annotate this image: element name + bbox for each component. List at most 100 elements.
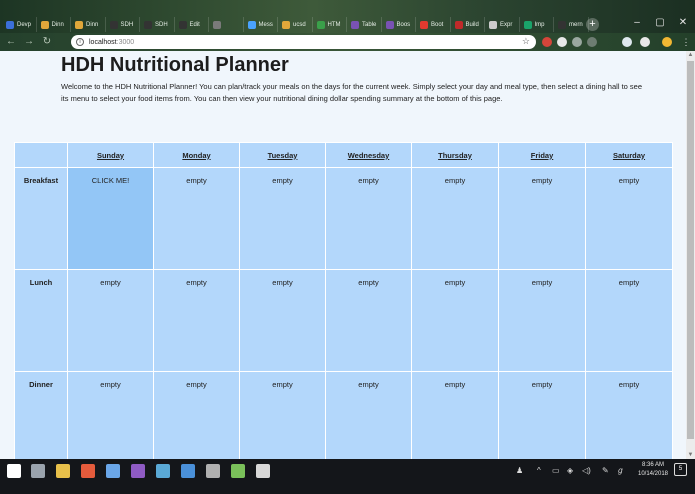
browser-tab[interactable]: Devp (3, 17, 37, 32)
profile-avatar[interactable] (662, 37, 672, 47)
minimize-button[interactable]: – (626, 15, 648, 31)
meal-slot-dinner-sunday[interactable]: empty (67, 371, 154, 459)
browser-tab[interactable]: Boot (417, 17, 451, 32)
extension-icon[interactable] (587, 37, 597, 47)
meal-slot-lunch-saturday[interactable]: empty (585, 269, 673, 372)
browser-tab[interactable]: Build (452, 17, 485, 32)
meal-slot-dinner-saturday[interactable]: empty (585, 371, 673, 459)
day-header-saturday: Saturday (585, 142, 673, 168)
maximize-button[interactable]: ▢ (649, 15, 671, 31)
meal-slot-breakfast-wednesday[interactable]: empty (325, 167, 412, 270)
browser-tab[interactable]: Table (348, 17, 382, 32)
browser-tab[interactable]: SDH (107, 17, 140, 32)
browser-tab[interactable]: Expr (486, 17, 520, 32)
windows-start-icon[interactable] (7, 464, 21, 478)
meal-slot-dinner-tuesday[interactable]: empty (239, 371, 326, 459)
extension-icon[interactable] (572, 37, 582, 47)
meal-slot-breakfast-sunday[interactable]: CLICK ME! (67, 167, 154, 270)
tab-favicon-icon (351, 20, 359, 29)
address-bar[interactable]: i localhost :3000 ☆ (71, 35, 536, 49)
language-icon[interactable]: 𝑔 (618, 466, 622, 476)
scrollbar-thumb[interactable] (687, 61, 694, 439)
onenote-icon[interactable] (131, 464, 145, 478)
meal-slot-dinner-thursday[interactable]: empty (411, 371, 499, 459)
tab-favicon-icon (489, 20, 497, 29)
feather-icon[interactable] (156, 464, 170, 478)
meal-slot-lunch-sunday[interactable]: empty (67, 269, 154, 372)
battery-icon[interactable]: ▭ (552, 466, 560, 475)
tab-favicon-icon (316, 20, 325, 29)
paint-icon[interactable] (106, 464, 120, 478)
browser-tab[interactable]: Dinn (72, 17, 106, 32)
meal-slot-lunch-thursday[interactable]: empty (411, 269, 499, 372)
meal-label: Lunch (14, 269, 68, 372)
meal-slot-dinner-friday[interactable]: empty (498, 371, 586, 459)
new-tab-button[interactable]: + (586, 18, 599, 31)
meal-label: Dinner (14, 371, 68, 459)
info-icon[interactable]: i (76, 38, 84, 46)
meal-slot-breakfast-thursday[interactable]: empty (411, 167, 499, 270)
notes-icon[interactable] (231, 464, 245, 478)
clock-time: 8:36 AM (641, 462, 664, 468)
store-icon[interactable] (181, 464, 195, 478)
scroll-down-icon[interactable]: ▼ (686, 451, 695, 459)
chrome-icon[interactable] (81, 464, 95, 478)
meal-slot-breakfast-tuesday[interactable]: empty (239, 167, 326, 270)
pen-icon[interactable]: ✎ (602, 466, 609, 475)
browser-tab[interactable]: HTM (314, 17, 347, 32)
tab-label: SDH (155, 21, 168, 28)
page-scrollbar[interactable]: ▲ ▼ (686, 51, 695, 459)
forward-icon[interactable]: → (23, 36, 35, 48)
calculator-icon[interactable] (206, 464, 220, 478)
network-icon[interactable]: ◈ (567, 466, 573, 475)
meal-slot-dinner-wednesday[interactable]: empty (325, 371, 412, 459)
browser-tab[interactable]: SDH (141, 17, 175, 32)
meal-slot-breakfast-saturday[interactable]: empty (585, 167, 673, 270)
browser-tab[interactable]: Edit (176, 17, 209, 32)
browser-tab[interactable] (210, 17, 244, 32)
scroll-up-icon[interactable]: ▲ (686, 51, 695, 59)
extension-icon[interactable] (557, 37, 567, 47)
meal-slot-breakfast-monday[interactable]: empty (153, 167, 240, 270)
tab-label: Devp (17, 21, 32, 28)
browser-tab[interactable]: Imp (521, 17, 554, 32)
close-window-button[interactable]: ✕ (672, 15, 694, 31)
show-hidden-icons-icon[interactable]: ^ (537, 466, 541, 475)
file-explorer-icon[interactable] (56, 464, 70, 478)
browser-tab[interactable]: Mess (245, 17, 278, 32)
browser-tab[interactable]: Dinn (38, 17, 71, 32)
tab-label: Dinn (51, 21, 64, 28)
tab-favicon-icon (247, 20, 256, 29)
bookmark-star-icon[interactable]: ☆ (522, 36, 530, 47)
windows-taskbar: ♟ ^ ▭ ◈ ◁) ✎ 𝑔 8:36 AM 10/14/2018 5 (0, 459, 695, 494)
extension-icon[interactable] (640, 37, 650, 47)
browser-tab[interactable]: Boos (383, 17, 416, 32)
extension-icon[interactable] (542, 37, 552, 47)
meal-slot-lunch-friday[interactable]: empty (498, 269, 586, 372)
extension-icon[interactable] (622, 37, 632, 47)
weather-icon[interactable] (256, 464, 270, 478)
search-icon[interactable] (31, 464, 45, 478)
tab-favicon-icon (6, 20, 14, 29)
tab-favicon-icon (454, 20, 463, 29)
meal-slot-lunch-tuesday[interactable]: empty (239, 269, 326, 372)
meal-row-breakfast: Breakfast CLICK ME! empty empty empty empty em… (14, 167, 673, 270)
reload-icon[interactable]: ↻ (41, 36, 53, 48)
menu-icon[interactable]: ⋮ (681, 37, 691, 47)
tab-favicon-icon (420, 20, 428, 29)
browser-tab[interactable]: ucsd (279, 17, 313, 32)
meal-slot-breakfast-friday[interactable]: empty (498, 167, 586, 270)
system-clock[interactable]: 8:36 AM 10/14/2018 (636, 461, 670, 479)
volume-icon[interactable]: ◁) (582, 466, 591, 475)
address-host: localhost (89, 38, 117, 46)
notifications-button[interactable]: 5 (674, 463, 687, 476)
browser-tab[interactable]: mern (555, 17, 589, 32)
people-icon[interactable]: ♟ (516, 466, 523, 475)
tab-favicon-icon (40, 20, 49, 29)
meal-slot-dinner-monday[interactable]: empty (153, 371, 240, 459)
meal-slot-lunch-wednesday[interactable]: empty (325, 269, 412, 372)
meal-slot-lunch-monday[interactable]: empty (153, 269, 240, 372)
tab-label: Mess (258, 21, 273, 28)
day-header-thursday: Thursday (411, 142, 499, 168)
back-icon[interactable]: ← (5, 36, 17, 48)
